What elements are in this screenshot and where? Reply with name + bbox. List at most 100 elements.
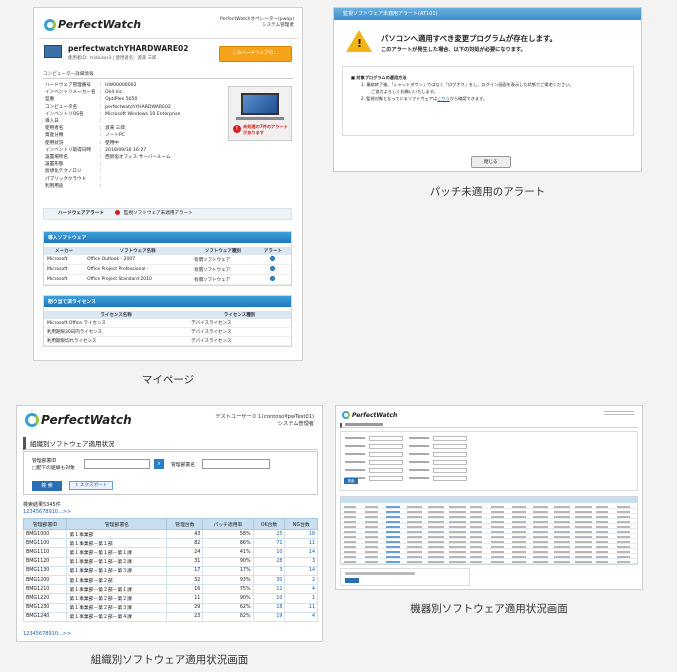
device-form-input[interactable]	[433, 476, 467, 481]
org-col-header[interactable]: OK台数	[252, 518, 286, 530]
org-cell[interactable]: 18	[284, 528, 318, 540]
device-table-cell	[407, 540, 422, 543]
device-form-input[interactable]	[433, 452, 467, 457]
device-form-label	[409, 453, 429, 455]
device-table-cell	[533, 510, 548, 513]
hardware-menu-button[interactable]: このハードウェアの…	[219, 46, 292, 62]
org-cell[interactable]: 30	[252, 574, 286, 586]
device-table-cell	[449, 560, 466, 563]
org-cell[interactable]: 71	[252, 538, 286, 549]
org-cell[interactable]: 14	[284, 565, 318, 576]
org-result-count: 検索結果5345件	[23, 502, 61, 508]
detail-key: 利用用途	[45, 183, 64, 189]
close-button[interactable]: 閉じる	[471, 156, 511, 168]
device-table-cell	[449, 535, 466, 538]
device-table-cell	[617, 525, 630, 528]
device-form-input[interactable]	[369, 460, 403, 465]
license-col-header: ライセンス種別	[188, 311, 291, 319]
device-form-input[interactable]	[369, 476, 403, 481]
org-cell[interactable]: 4	[284, 611, 318, 622]
device-update-button[interactable]	[345, 578, 359, 583]
device-table-cell	[554, 505, 570, 508]
device-table-cell	[407, 555, 422, 558]
device-table-cell	[428, 530, 444, 533]
alert-status-icon[interactable]	[270, 276, 276, 281]
org-pager-top[interactable]: 12345678910...>>	[23, 509, 71, 515]
org-cell[interactable]: 4	[284, 584, 318, 595]
device-table-cell	[428, 515, 444, 518]
org-col-header[interactable]: 管理部署ID	[22, 518, 68, 530]
device-form-label	[409, 437, 429, 439]
device-table-cell	[428, 540, 444, 543]
device-table-cell	[428, 520, 444, 523]
device-table-cell	[365, 560, 378, 563]
org-col-header[interactable]: NG台数	[284, 518, 318, 530]
org-cell[interactable]: 12	[252, 584, 286, 595]
org-cell: 第１事業部－第１部－第２課	[66, 556, 168, 567]
device-form-label	[409, 461, 429, 463]
org-cell[interactable]: 1	[284, 593, 318, 604]
org-cell[interactable]: 2	[284, 574, 318, 586]
device-form-input[interactable]	[433, 436, 467, 441]
detail-row: インベントリOS名: Microsoft Windows 10 Enterpris…	[43, 111, 182, 118]
device-table-cell	[617, 520, 630, 523]
device-form-input[interactable]	[433, 460, 467, 465]
device-table-cell	[449, 525, 466, 528]
org-pager-bottom[interactable]: 12345678910...>>	[23, 631, 71, 637]
org-col-header[interactable]: 管理部署名	[66, 518, 168, 530]
org-cell[interactable]: 28	[252, 556, 286, 567]
org-cell[interactable]: 10	[252, 547, 286, 558]
device-table-cell	[344, 540, 356, 543]
license-cell: デバイスライセンス	[188, 319, 291, 328]
alert-status-icon[interactable]	[270, 256, 276, 261]
device-table-cell	[533, 550, 548, 553]
device-table-cell	[386, 515, 400, 518]
org-cell: 82	[166, 538, 204, 549]
detail-row: 型番: OptiPlex 5050	[43, 96, 182, 103]
org-row: BMG1220 第１事業部－第２部－第２課 11 90% 10 1	[22, 593, 318, 604]
org-cell[interactable]: 11	[284, 602, 318, 613]
device-icon	[44, 45, 62, 58]
org-cell: 17%	[202, 565, 254, 576]
search-icon-button[interactable]: ⌕	[154, 459, 164, 469]
org-cell[interactable]: 10	[252, 593, 286, 604]
org-cell: 31	[166, 556, 204, 567]
device-table-cell	[470, 555, 482, 558]
org-cell[interactable]: 3	[252, 565, 286, 576]
department-id-input[interactable]	[84, 459, 150, 469]
org-cell[interactable]: 14	[284, 547, 318, 558]
device-search-form	[340, 431, 638, 491]
org-col-header[interactable]: 管理台数	[166, 518, 204, 530]
pc-alert-box[interactable]: ! 未処理の7件のアラートがあります	[228, 86, 292, 141]
org-search-button[interactable]: 検 索	[32, 481, 62, 491]
alert-status-icon[interactable]	[270, 266, 276, 271]
device-form-input[interactable]	[369, 436, 403, 441]
org-cell[interactable]: 19	[252, 611, 286, 622]
org-row: BMG1230 第１事業部－第２部－第３課 29 62% 18 11	[22, 602, 318, 613]
device-table-cell	[596, 555, 608, 558]
detail-value: Dell Inc.	[105, 90, 124, 96]
caption-device: 機器別ソフトウェア適用状況画面	[410, 603, 568, 615]
org-cell: BMG1130	[22, 565, 68, 576]
device-form-input[interactable]	[369, 468, 403, 473]
device-search-button[interactable]: 検索	[344, 478, 358, 484]
detail-key: インベントリOS名	[45, 111, 84, 117]
org-cell[interactable]: 11	[284, 538, 318, 549]
detail-key: インベントリメーカー名	[45, 90, 96, 96]
org-cell: BMG1000	[22, 528, 68, 540]
org-cell[interactable]: 3	[284, 556, 318, 567]
export-button[interactable]: ⇪ エクスポート	[69, 481, 113, 490]
device-table-cell	[575, 510, 592, 513]
device-form-input[interactable]	[433, 468, 467, 473]
org-cell: 第１事業部－第２部－第３課	[66, 602, 168, 613]
device-form-input[interactable]	[369, 444, 403, 449]
device-form-input[interactable]	[369, 452, 403, 457]
org-col-header[interactable]: パッチ適用率	[202, 518, 254, 530]
department-name-input[interactable]	[202, 459, 270, 469]
org-cell[interactable]: 25	[252, 528, 286, 540]
software-cell: 有償ソフトウェア	[191, 274, 255, 285]
device-form-input[interactable]	[433, 444, 467, 449]
org-cell[interactable]: 18	[252, 602, 286, 613]
software-list-link[interactable]: こちら	[437, 96, 450, 101]
org-row: BMG1100 第１事業部－第１部 82 86% 71 11	[22, 538, 318, 549]
